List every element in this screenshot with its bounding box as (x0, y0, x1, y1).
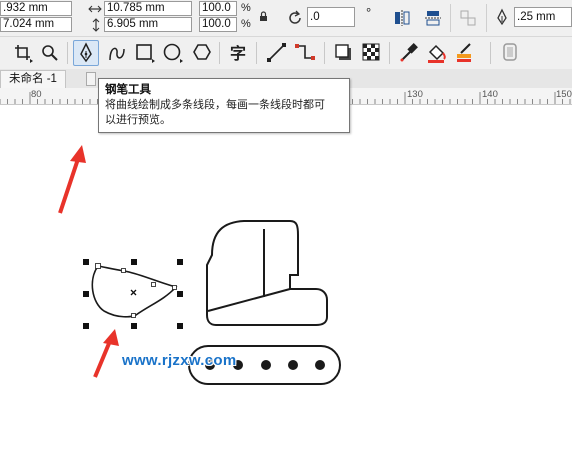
pen-path-selection[interactable] (83, 259, 183, 329)
curve-tool[interactable] (104, 40, 130, 66)
percent-label-y: % (241, 18, 251, 30)
transparency-tool[interactable] (359, 40, 385, 66)
connector-tool[interactable] (292, 40, 318, 66)
zoom-icon (42, 45, 58, 61)
divider (324, 42, 325, 64)
divider (490, 42, 491, 64)
toolbox: 字 (0, 37, 572, 70)
dimension-tool[interactable] (264, 40, 290, 66)
fill-tool[interactable] (424, 40, 450, 66)
frame-icon (503, 43, 517, 61)
smart-fill-tool[interactable] (452, 40, 478, 66)
mirror-vertical-icon[interactable] (424, 9, 442, 27)
eyedropper-tool[interactable] (396, 40, 422, 66)
eyedropper-icon (400, 43, 418, 62)
polygon-tool[interactable] (189, 40, 215, 66)
tooltip-line: 以进行预览。 (105, 114, 171, 126)
pen-nib-icon (80, 42, 92, 63)
checkerboard-icon (362, 43, 380, 61)
divider (67, 42, 68, 64)
x-position-field[interactable]: .932 mm (0, 1, 72, 16)
pen-tool-tooltip: 钢笔工具 将曲线绘制成多条线段，每画一条线段时都可 以进行预览。 (98, 78, 350, 133)
zoom-tool[interactable] (37, 40, 63, 66)
divider (389, 42, 390, 64)
property-bar: .932 mm 7.024 mm 10.785 mm 6.905 mm 100.… (0, 0, 572, 37)
new-tab-icon[interactable] (86, 72, 96, 86)
ruler-label: 130 (407, 89, 423, 100)
tooltip-title: 钢笔工具 (105, 84, 151, 96)
drawing-canvas[interactable] (0, 105, 572, 451)
crop-icon (15, 45, 33, 63)
rotate-icon (289, 10, 301, 24)
text-tool[interactable]: 字 (226, 40, 252, 66)
connector-icon (295, 44, 315, 60)
scale-y-field[interactable]: 100.0 (199, 17, 237, 32)
rectangle-icon (136, 44, 155, 63)
outline-pen-icon (497, 8, 507, 26)
y-position-field[interactable]: 7.024 mm (0, 17, 72, 32)
tooltip-line: 将曲线绘制成多条线段，每画一条线段时都可 (105, 99, 325, 111)
selection-handle (177, 259, 183, 265)
watermark: www.rjzxw.com (122, 352, 237, 369)
shadow-icon (335, 44, 351, 60)
height-field[interactable]: 6.905 mm (104, 17, 192, 32)
ruler-label: 80 (31, 89, 42, 100)
document-tab-label: 未命名 -1 (9, 73, 57, 85)
percent-label-x: % (241, 2, 251, 14)
width-field[interactable]: 10.785 mm (104, 1, 192, 16)
document-tab[interactable]: 未命名 -1 (0, 70, 66, 89)
selection-handle (177, 291, 183, 297)
annotation-arrow-path (93, 329, 119, 378)
width-icon (88, 5, 102, 13)
svg-text:字: 字 (230, 44, 246, 63)
dimension-icon (267, 43, 286, 62)
selection-handle (131, 259, 137, 265)
ruler-label: 150 (556, 89, 572, 100)
polygon-icon (193, 44, 211, 60)
ellipse-tool[interactable] (160, 40, 186, 66)
selection-handle (131, 323, 137, 329)
divider (486, 4, 487, 32)
height-icon (92, 18, 100, 32)
annotation-arrow-pen-tool (58, 145, 86, 214)
mirror-horizontal-icon[interactable] (393, 9, 411, 27)
interactive-fill-tool[interactable] (497, 40, 523, 66)
pen-tool[interactable] (73, 40, 99, 66)
selection-handle (83, 291, 89, 297)
ellipse-icon (163, 43, 183, 63)
rotation-field[interactable]: .0 (307, 7, 355, 27)
curve-icon (109, 47, 125, 61)
selection-handle (177, 323, 183, 329)
excavator-cab-shape[interactable] (206, 220, 328, 326)
drop-shadow-tool[interactable] (331, 40, 357, 66)
divider (219, 42, 220, 64)
scale-x-field[interactable]: 100.0 (199, 1, 237, 16)
outline-width-field[interactable]: .25 mm (514, 7, 572, 27)
degree-label: ° (366, 5, 372, 20)
text-icon: 字 (230, 44, 246, 63)
rectangle-tool[interactable] (132, 40, 158, 66)
ruler-label: 140 (482, 89, 498, 100)
divider (450, 4, 451, 32)
selection-handle (83, 259, 89, 265)
smart-fill-icon (457, 43, 471, 62)
tooltip-description: 将曲线绘制成多条线段，每画一条线段时都可 以进行预览。 (105, 98, 343, 128)
lock-ratio-icon[interactable] (259, 11, 268, 22)
divider (256, 42, 257, 64)
selection-handle (83, 323, 89, 329)
relative-center-icon[interactable] (459, 9, 477, 27)
paint-bucket-icon (428, 44, 446, 63)
crop-tool[interactable] (10, 40, 36, 66)
